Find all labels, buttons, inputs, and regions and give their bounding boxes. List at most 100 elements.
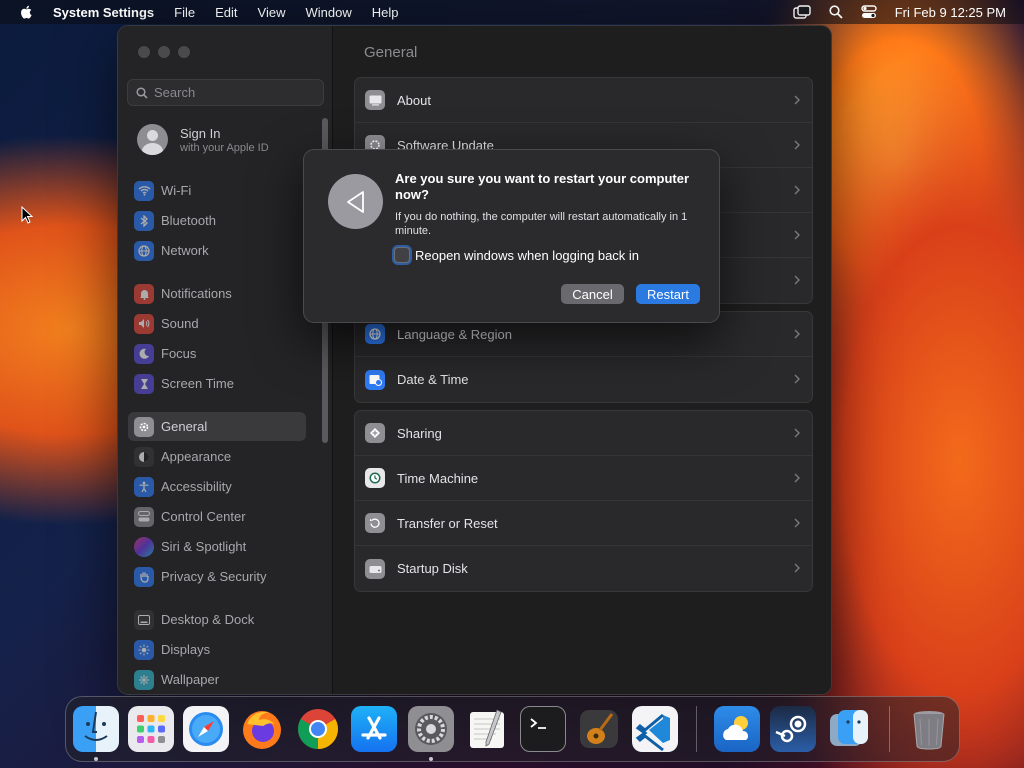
sidebar-item-focus[interactable]: Focus [128,339,308,368]
dock-icon [134,609,154,630]
sidebar-item-privacy-security[interactable]: Privacy & Security [128,562,308,591]
row-time-machine[interactable]: Time Machine [355,456,812,501]
dock-finder-icon[interactable] [73,706,119,752]
row-label: Date & Time [397,372,469,387]
sidebar-item-label: General [161,419,208,434]
dock-running-indicator [429,757,433,761]
page-title: General [364,44,418,61]
dock-garageband-icon[interactable] [576,706,622,752]
dock-launchpad-icon[interactable] [128,706,174,752]
sidebar-item-label: Focus [161,346,197,361]
dock-weather-icon[interactable] [714,706,760,752]
reopen-windows-checkbox[interactable]: Reopen windows when logging back in [394,247,639,263]
content-pane: General About Software Update Language &… [334,26,831,694]
menu-help[interactable]: Help [372,5,399,20]
menu-edit[interactable]: Edit [215,5,237,20]
signin-subtitle: with your Apple ID [180,141,269,154]
chevron-right-icon [794,473,800,483]
sidebar-item-sound[interactable]: Sound [128,309,308,338]
calendar-clock-icon [365,369,385,390]
row-date-time[interactable]: Date & Time [355,357,812,402]
chevron-right-icon [794,428,800,438]
dock [65,696,960,762]
sidebar-item-desktop-dock[interactable]: Desktop & Dock [128,605,308,634]
spotlight-search-icon[interactable] [829,5,843,19]
chevron-right-icon [794,518,800,528]
bell-icon [134,283,154,304]
dock-terminal-icon[interactable] [520,706,566,752]
minimize-button[interactable] [158,46,170,58]
row-label: Startup Disk [397,561,468,576]
control-center-icon[interactable] [861,5,877,19]
row-transfer-reset[interactable]: Transfer or Reset [355,501,812,546]
dock-app-store-icon[interactable] [351,706,397,752]
search-icon [136,86,148,99]
cancel-button[interactable]: Cancel [561,284,624,304]
mouse-cursor-icon [21,206,33,224]
menu-app-name[interactable]: System Settings [53,5,154,20]
sidebar-item-displays[interactable]: Displays [128,635,308,664]
dock-finder-utility-icon[interactable] [826,706,872,752]
row-label: Language & Region [397,326,512,342]
sidebar-item-network[interactable]: Network [128,236,308,265]
sidebar-item-bluetooth[interactable]: Bluetooth [128,206,308,235]
sidebar-item-label: Screen Time [161,376,234,391]
globe-icon [134,240,154,261]
search-input[interactable]: Search [127,79,324,106]
close-button[interactable] [138,46,150,58]
disk-icon [365,558,385,579]
row-startup-disk[interactable]: Startup Disk [355,546,812,591]
hourglass-icon [134,373,154,394]
sidebar-item-label: Siri & Spotlight [161,539,247,554]
bluetooth-icon [134,210,154,231]
sidebar-item-label: Wallpaper [161,672,220,687]
menu-clock[interactable]: Fri Feb 9 12:25 PM [895,5,1006,20]
apple-logo-icon[interactable] [18,4,36,20]
sidebar-item-appearance[interactable]: Appearance [128,442,308,471]
row-sharing[interactable]: Sharing [355,411,812,456]
menu-view[interactable]: View [258,5,286,20]
restart-button[interactable]: Restart [636,284,700,304]
sidebar-item-siri-spotlight[interactable]: Siri & Spotlight [128,532,308,561]
checkbox-box[interactable] [394,247,410,263]
moon-icon [134,343,154,364]
dock-vscode-icon[interactable] [632,706,678,752]
dock-firefox-icon[interactable] [239,706,285,752]
dock-safari-icon[interactable] [183,706,229,752]
menu-file[interactable]: File [174,5,195,20]
dock-textedit-icon[interactable] [464,706,510,752]
restart-warning-icon [328,174,383,229]
dock-chrome-icon[interactable] [295,706,341,752]
sidebar: Search Sign In with your Apple ID Wi-Fi … [118,26,333,694]
sidebar-item-label: Accessibility [161,479,232,494]
dock-steam-icon[interactable] [770,706,816,752]
checkbox-label[interactable]: Reopen windows when logging back in [415,248,639,263]
sidebar-item-notifications[interactable]: Notifications [128,279,308,308]
sidebar-item-wallpaper[interactable]: Wallpaper [128,665,308,694]
apple-id-signin[interactable]: Sign In with your Apple ID [137,124,269,155]
sidebar-item-screen-time[interactable]: Screen Time [128,369,308,398]
chevron-right-icon [794,563,800,573]
menu-window[interactable]: Window [305,5,351,20]
settings-group-locale: Language & Region Date & Time [354,311,813,403]
screen-mirroring-icon[interactable] [793,5,811,19]
dock-trash-icon[interactable] [906,706,952,752]
sidebar-item-accessibility[interactable]: Accessibility [128,472,308,501]
avatar [137,124,168,155]
sidebar-item-label: Privacy & Security [161,569,267,584]
dock-system-settings-icon[interactable] [408,706,454,752]
sharing-icon [365,423,385,443]
sidebar-item-general[interactable]: General [128,412,306,441]
sidebar-item-label: Appearance [161,449,232,464]
appearance-icon [134,446,154,467]
sidebar-item-wifi[interactable]: Wi-Fi [128,176,308,205]
sidebar-item-label: Displays [161,642,211,657]
sidebar-item-control-center[interactable]: Control Center [128,502,308,531]
sidebar-item-label: Notifications [161,286,232,301]
dock-separator [889,706,890,752]
zoom-button[interactable] [178,46,190,58]
row-about[interactable]: About [355,78,812,123]
chevron-right-icon [794,275,800,285]
restart-dialog: Are you sure you want to restart your co… [303,149,720,323]
control-center-icon [134,506,154,527]
